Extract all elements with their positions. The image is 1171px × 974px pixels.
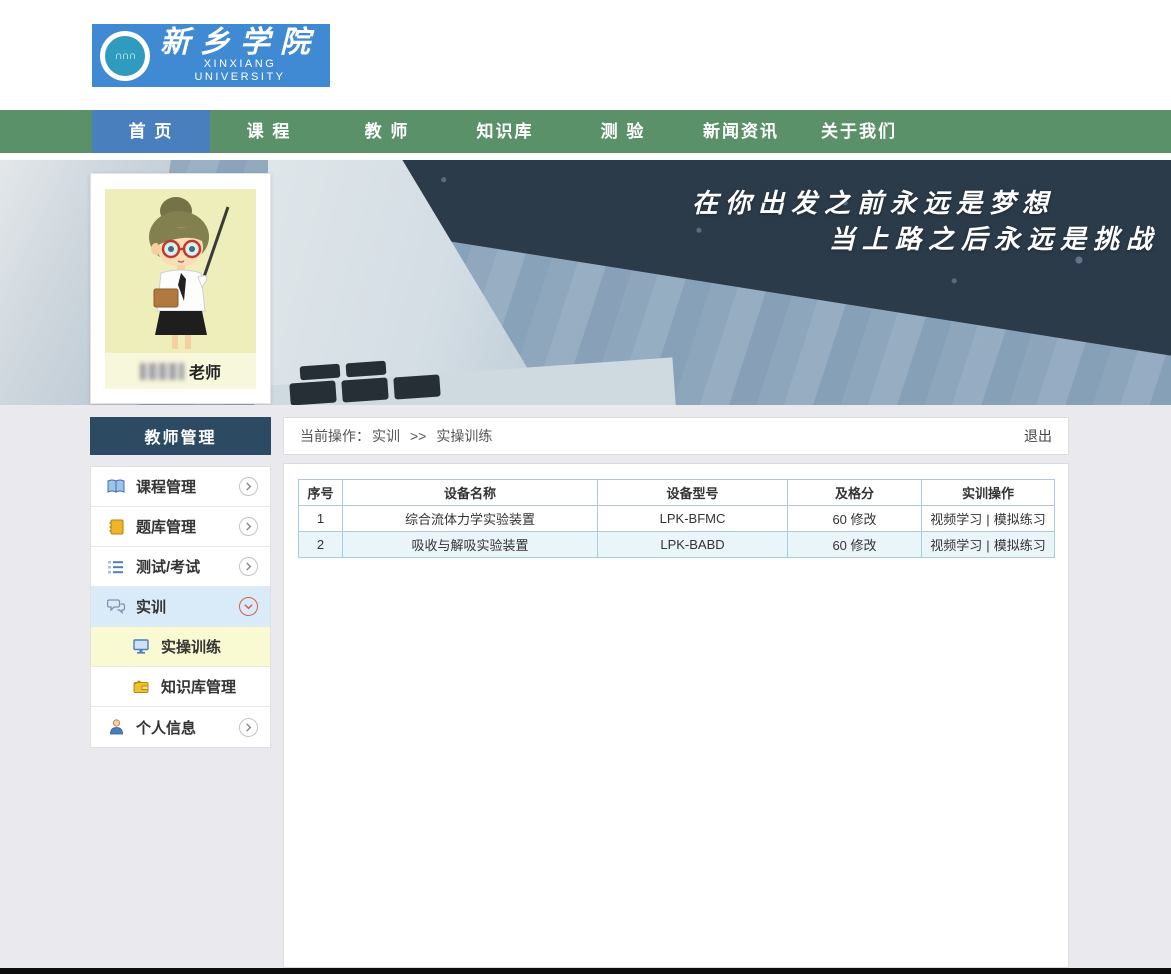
list-icon (106, 558, 126, 576)
sidebar-item-course-mgmt[interactable]: 课程管理 (91, 467, 270, 507)
logout-button[interactable]: 退出 (1024, 426, 1052, 446)
sidebar-item-knowledge-mgmt[interactable]: 知识库管理 (91, 667, 270, 707)
table-header-row: 序号 设备名称 设备型号 及格分 实训操作 (299, 480, 1055, 506)
nav-item-teachers[interactable]: 教 师 (328, 110, 446, 153)
nav-item-home[interactable]: 首 页 (92, 110, 210, 153)
nav-item-news[interactable]: 新闻资讯 (682, 110, 800, 153)
chevron-down-icon (239, 597, 258, 616)
person-icon (106, 718, 126, 736)
main-content-panel: 序号 设备名称 设备型号 及格分 实训操作 1 综合流体力学实验装置 LPK-B… (283, 463, 1069, 968)
sidebar-item-personal-info[interactable]: 个人信息 (91, 707, 270, 747)
nav-item-about[interactable]: 关于我们 (800, 110, 918, 153)
simulation-practice-link[interactable]: 模拟练习 (994, 512, 1046, 527)
cell-operations: 视频学习|模拟练习 (922, 532, 1055, 558)
col-index: 序号 (299, 480, 343, 506)
nav-item-courses[interactable]: 课 程 (210, 110, 328, 153)
cell-operations: 视频学习|模拟练习 (922, 506, 1055, 532)
table-row: 2 吸收与解吸实验装置 LPK-BABD 60 修改 视频学习|模拟练习 (299, 532, 1055, 558)
notebook-icon (106, 518, 126, 536)
chevron-right-icon (239, 517, 258, 536)
banner-quote-line1: 在你出发之前永远是梦想 (692, 186, 1159, 222)
teacher-name-suffix: 老师 (189, 359, 221, 383)
footer-bar (0, 968, 1171, 974)
cell-device-model: LPK-BABD (598, 532, 788, 558)
cell-index: 1 (299, 506, 343, 532)
cell-index: 2 (299, 532, 343, 558)
university-seal-icon: ∩∩∩ (100, 31, 150, 81)
site-header: ∩∩∩ 新乡学院 XINXIANG UNIVERSITY (0, 0, 1171, 110)
modify-link[interactable]: 修改 (851, 512, 877, 527)
video-study-link[interactable]: 视频学习 (930, 538, 982, 553)
breadcrumb-section: 实训 (372, 426, 400, 446)
sidebar-header: 教师管理 (90, 417, 271, 455)
sidebar-item-training[interactable]: 实训 (91, 587, 270, 627)
breadcrumb-current: 实操训练 (436, 426, 492, 446)
col-device-model: 设备型号 (598, 480, 788, 506)
nav-item-knowledge[interactable]: 知识库 (446, 110, 564, 153)
table-row: 1 综合流体力学实验装置 LPK-BFMC 60 修改 视频学习|模拟练习 (299, 506, 1055, 532)
chevron-right-icon (239, 718, 258, 737)
main-nav: 首 页 课 程 教 师 知识库 测 验 新闻资讯 关于我们 (0, 110, 1171, 153)
chevron-right-icon (239, 557, 258, 576)
banner-key (341, 377, 388, 402)
teacher-avatar: 老师 (105, 189, 256, 389)
banner-key (300, 364, 341, 381)
chat-icon (106, 598, 126, 616)
breadcrumb-separator: >> (410, 428, 426, 444)
modify-link[interactable]: 修改 (851, 538, 877, 553)
cell-pass-score: 60 修改 (788, 532, 922, 558)
banner-key (289, 380, 336, 405)
university-logo[interactable]: ∩∩∩ 新乡学院 XINXIANG UNIVERSITY (92, 24, 330, 87)
logo-title-zh: 新乡学院 (160, 28, 320, 58)
cell-device-model: LPK-BFMC (598, 506, 788, 532)
equipment-table: 序号 设备名称 设备型号 及格分 实训操作 1 综合流体力学实验装置 LPK-B… (298, 479, 1055, 558)
logo-title-en: XINXIANG UNIVERSITY (160, 58, 320, 84)
monitor-icon (131, 638, 151, 656)
breadcrumb: 当前操作： 实训 >> 实操训练 退出 (283, 417, 1069, 455)
teacher-avatar-illustration (106, 189, 256, 349)
col-pass-score: 及格分 (788, 480, 922, 506)
cell-pass-score: 60 修改 (788, 506, 922, 532)
teacher-name: 老师 (105, 353, 256, 389)
banner-quote-line2: 当上路之后永远是挑战 (692, 222, 1159, 258)
sidebar-item-tests[interactable]: 测试/考试 (91, 547, 270, 587)
cell-device-name: 吸收与解吸实验装置 (343, 532, 598, 558)
sidebar-item-question-bank[interactable]: 题库管理 (91, 507, 270, 547)
sidebar-menu: 课程管理 题库管理 测试/考试 实训 实 (90, 466, 271, 748)
hero-banner: 在你出发之前永远是梦想 当上路之后永远是挑战 (0, 160, 1171, 405)
banner-key (346, 361, 387, 378)
simulation-practice-link[interactable]: 模拟练习 (994, 538, 1046, 553)
teacher-profile-card: 老师 (90, 173, 271, 404)
banner-quote: 在你出发之前永远是梦想 当上路之后永远是挑战 (692, 186, 1159, 258)
video-study-link[interactable]: 视频学习 (930, 512, 982, 527)
sidebar-item-practice-training[interactable]: 实操训练 (91, 627, 270, 667)
chevron-right-icon (239, 477, 258, 496)
nav-item-tests[interactable]: 测 验 (564, 110, 682, 153)
col-device-name: 设备名称 (343, 480, 598, 506)
col-operations: 实训操作 (922, 480, 1055, 506)
cell-device-name: 综合流体力学实验装置 (343, 506, 598, 532)
teacher-name-masked (140, 363, 184, 380)
wallet-icon (131, 678, 151, 696)
breadcrumb-prefix: 当前操作： (300, 426, 370, 446)
book-icon (106, 478, 126, 496)
banner-key (393, 374, 440, 399)
